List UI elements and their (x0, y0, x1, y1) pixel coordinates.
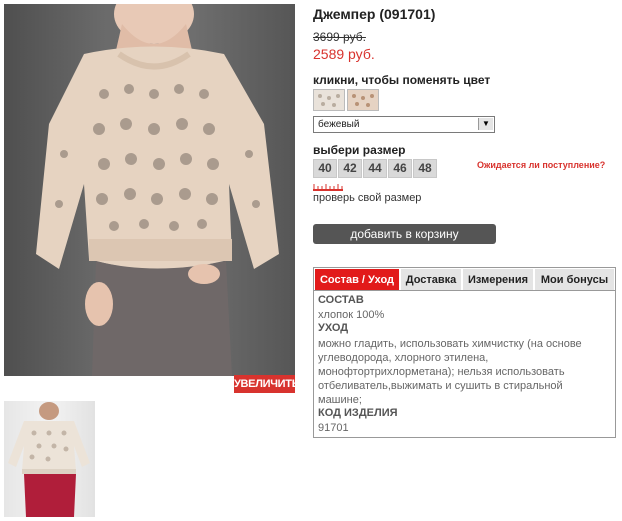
size-label: выбери размер (313, 143, 406, 157)
swatch-pattern-icon (352, 94, 374, 107)
composition-text: хлопок 100% (318, 309, 385, 321)
care-heading: УХОД (318, 322, 349, 334)
care-text: можно гладить, использовать химчистку (н… (318, 338, 582, 406)
model-illustration (36, 4, 279, 376)
stock-notify-link[interactable]: Ожидается ли поступление? (477, 160, 605, 170)
size-option[interactable]: 42 (338, 159, 362, 178)
size-option[interactable]: 48 (413, 159, 437, 178)
product-thumbnail[interactable] (4, 401, 95, 517)
add-to-cart-button[interactable]: добавить в корзину (313, 224, 496, 244)
size-option[interactable]: 40 (313, 159, 337, 178)
tab-bonuses[interactable]: Мои бонусы (535, 269, 615, 291)
color-swatch[interactable] (347, 89, 379, 111)
chevron-down-icon[interactable]: ▼ (478, 118, 493, 130)
tab-content: СОСТАВ хлопок 100% УХОД можно гладить, и… (314, 290, 615, 437)
tab-delivery[interactable]: Доставка (401, 269, 462, 291)
color-swatch[interactable] (313, 89, 345, 111)
tab-measurements[interactable]: Измерения (463, 269, 534, 291)
ruler-icon[interactable] (313, 184, 343, 192)
thumbnail-illustration (8, 402, 90, 517)
size-option[interactable]: 44 (363, 159, 387, 178)
product-code-value: 91701 (318, 422, 349, 434)
product-title: Джемпер (091701) (313, 6, 436, 22)
size-guide-link[interactable]: проверь свой размер (313, 192, 421, 204)
color-select-value: бежевый (318, 119, 360, 130)
swatch-pattern-icon (318, 94, 340, 107)
zoom-button[interactable]: УВЕЛИЧИТЬ (234, 375, 300, 393)
old-price: 3699 руб. (313, 30, 366, 44)
sale-price: 2589 руб. (313, 46, 375, 62)
product-code-heading: КОД ИЗДЕЛИЯ (318, 407, 398, 419)
composition-heading: СОСТАВ (318, 294, 364, 306)
product-main-image[interactable] (4, 4, 295, 376)
product-info-tabs: Состав / Уход Доставка Измерения Мои бон… (313, 267, 616, 438)
color-select[interactable]: бежевый ▼ (313, 116, 495, 133)
tab-composition[interactable]: Состав / Уход (315, 269, 400, 291)
color-label: кликни, чтобы поменять цвет (313, 73, 491, 87)
size-option[interactable]: 46 (388, 159, 412, 178)
